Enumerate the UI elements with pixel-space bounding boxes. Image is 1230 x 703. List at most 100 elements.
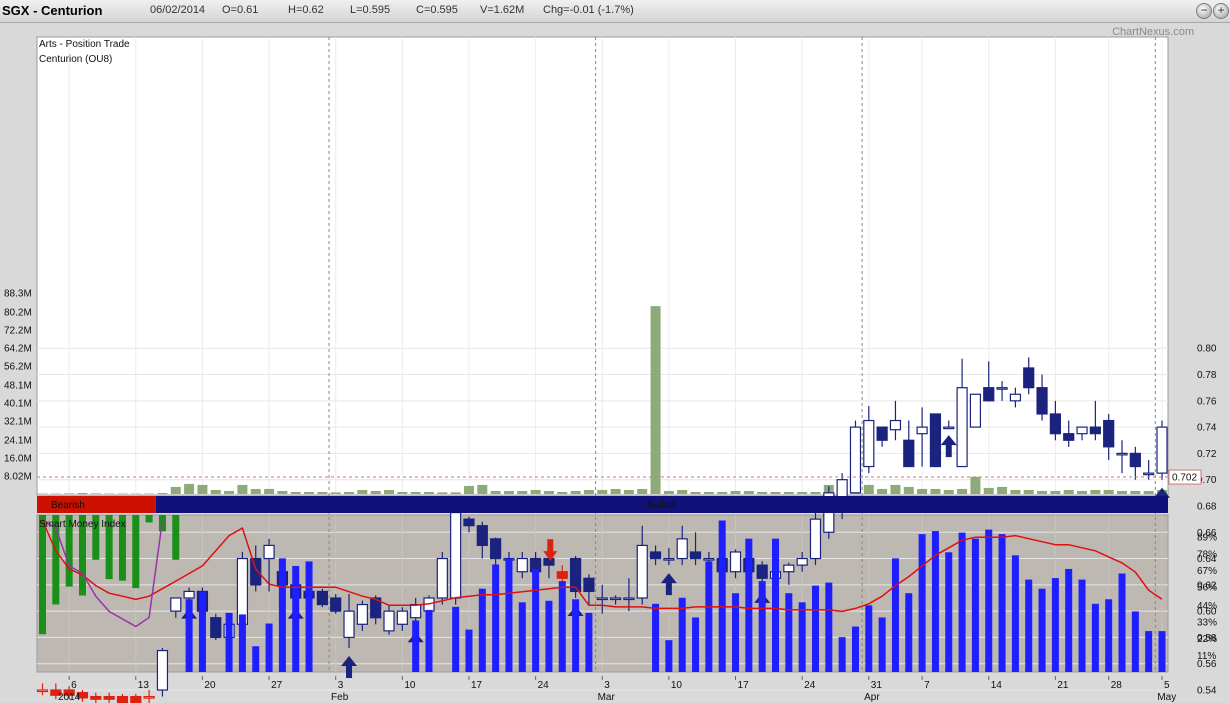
volume-tick-label: 56.2M bbox=[4, 362, 32, 373]
x-axis-strip bbox=[0, 676, 1230, 703]
volume-bar bbox=[690, 491, 701, 494]
smi-bar bbox=[891, 558, 899, 672]
volume-bar bbox=[517, 490, 528, 494]
volume-bar bbox=[397, 491, 408, 494]
volume-tick-label: 32.1M bbox=[4, 417, 32, 428]
smi-bar bbox=[825, 582, 833, 672]
volume-bar bbox=[1090, 489, 1101, 494]
price-tick-label: 0.74 bbox=[1197, 423, 1217, 434]
volume-bar bbox=[357, 489, 368, 494]
chart-subtitle: Arts - Position Trade bbox=[39, 39, 130, 50]
volume-bar bbox=[970, 476, 981, 494]
candle-body bbox=[729, 551, 742, 573]
smi-bar bbox=[785, 593, 793, 672]
candle-body bbox=[130, 695, 142, 703]
candle-body bbox=[903, 439, 915, 468]
volume-bar bbox=[1143, 490, 1154, 494]
smi-bar bbox=[705, 561, 713, 672]
month-label: Feb bbox=[331, 692, 349, 703]
volume-bar bbox=[637, 488, 648, 494]
x-tick-label: 24 bbox=[538, 680, 550, 691]
volume-tick-label: 64.2M bbox=[4, 344, 32, 355]
volume-bar bbox=[410, 491, 421, 494]
smi-bar bbox=[492, 564, 500, 672]
volume-bar bbox=[170, 486, 181, 494]
candle-body bbox=[463, 518, 475, 527]
smi-title: Smart Money Index bbox=[39, 519, 126, 530]
smi-bar bbox=[505, 558, 513, 672]
candle-body bbox=[809, 518, 822, 560]
volume-bar bbox=[384, 489, 395, 494]
candle-body bbox=[330, 597, 342, 612]
volume-bar bbox=[730, 490, 741, 494]
volume-bar bbox=[210, 489, 221, 494]
volume-tick-label: 72.2M bbox=[4, 326, 32, 337]
smi-bar bbox=[1038, 588, 1046, 672]
candle-body bbox=[649, 551, 662, 560]
volume-bar bbox=[1117, 490, 1128, 494]
x-tick-label: 17 bbox=[738, 680, 750, 691]
volume-bar bbox=[570, 490, 581, 494]
x-tick-label: 3 bbox=[338, 680, 344, 691]
smi-bar bbox=[238, 614, 246, 672]
volume-bar bbox=[1050, 490, 1061, 494]
volume-bar bbox=[237, 484, 248, 494]
volume-bar bbox=[757, 491, 768, 494]
price-tick-label: 0.80 bbox=[1197, 344, 1217, 355]
volume-bar bbox=[890, 484, 901, 494]
smi-tick-label: 22% bbox=[1197, 634, 1217, 645]
smi-bar bbox=[1065, 568, 1073, 672]
candle-body bbox=[1076, 426, 1088, 435]
sentiment-label: Bullish bbox=[647, 500, 676, 511]
candle-body bbox=[596, 597, 608, 601]
volume-bar bbox=[370, 490, 381, 494]
smi-bar bbox=[198, 591, 206, 672]
smi-bar bbox=[1091, 603, 1099, 672]
smi-bar bbox=[1131, 611, 1139, 672]
volume-bar bbox=[423, 491, 434, 494]
volume-bar bbox=[1023, 489, 1034, 494]
smi-bar bbox=[172, 515, 180, 560]
volume-tick-label: 48.1M bbox=[4, 381, 32, 392]
smi-bar bbox=[851, 626, 859, 672]
candle-body bbox=[849, 426, 862, 494]
volume-bar bbox=[503, 490, 514, 494]
candle-body bbox=[316, 590, 328, 606]
sentiment-label: Bearish bbox=[51, 500, 85, 511]
candle-body bbox=[583, 577, 595, 593]
volume-bar bbox=[703, 491, 714, 494]
smi-bar bbox=[252, 646, 260, 672]
smi-bar bbox=[958, 532, 966, 672]
candle-body bbox=[436, 557, 448, 599]
volume-bar bbox=[437, 492, 448, 494]
volume-bar bbox=[1063, 489, 1074, 494]
smi-bar bbox=[1011, 555, 1019, 672]
price-tick-label: 0.78 bbox=[1197, 370, 1217, 381]
volume-bar bbox=[917, 488, 928, 494]
volume-bar bbox=[623, 489, 634, 494]
volume-bar bbox=[1130, 490, 1141, 494]
candle-body bbox=[889, 419, 902, 431]
volume-bar bbox=[224, 490, 235, 494]
candle-body bbox=[1089, 426, 1101, 435]
smi-bar bbox=[265, 623, 273, 672]
volume-bar bbox=[957, 488, 968, 494]
smi-bar bbox=[772, 538, 780, 672]
candle-body bbox=[916, 426, 928, 435]
candle-body bbox=[623, 597, 635, 601]
month-label: Mar bbox=[598, 692, 616, 703]
smi-tick-label: 44% bbox=[1197, 601, 1217, 612]
last-price-label: 0.702 bbox=[1172, 473, 1197, 484]
volume-bar bbox=[783, 491, 794, 494]
smi-bar bbox=[665, 640, 673, 672]
volume-bar bbox=[650, 306, 661, 494]
volume-bar bbox=[610, 488, 621, 494]
candle-body bbox=[210, 617, 222, 639]
candle-body bbox=[1156, 426, 1168, 474]
volume-bar bbox=[717, 491, 728, 494]
candle-body bbox=[863, 419, 875, 468]
candle-body bbox=[1103, 419, 1115, 448]
x-tick-label: 31 bbox=[871, 680, 883, 691]
smi-bar bbox=[585, 612, 593, 672]
price-tick-label: 0.54 bbox=[1197, 686, 1217, 697]
